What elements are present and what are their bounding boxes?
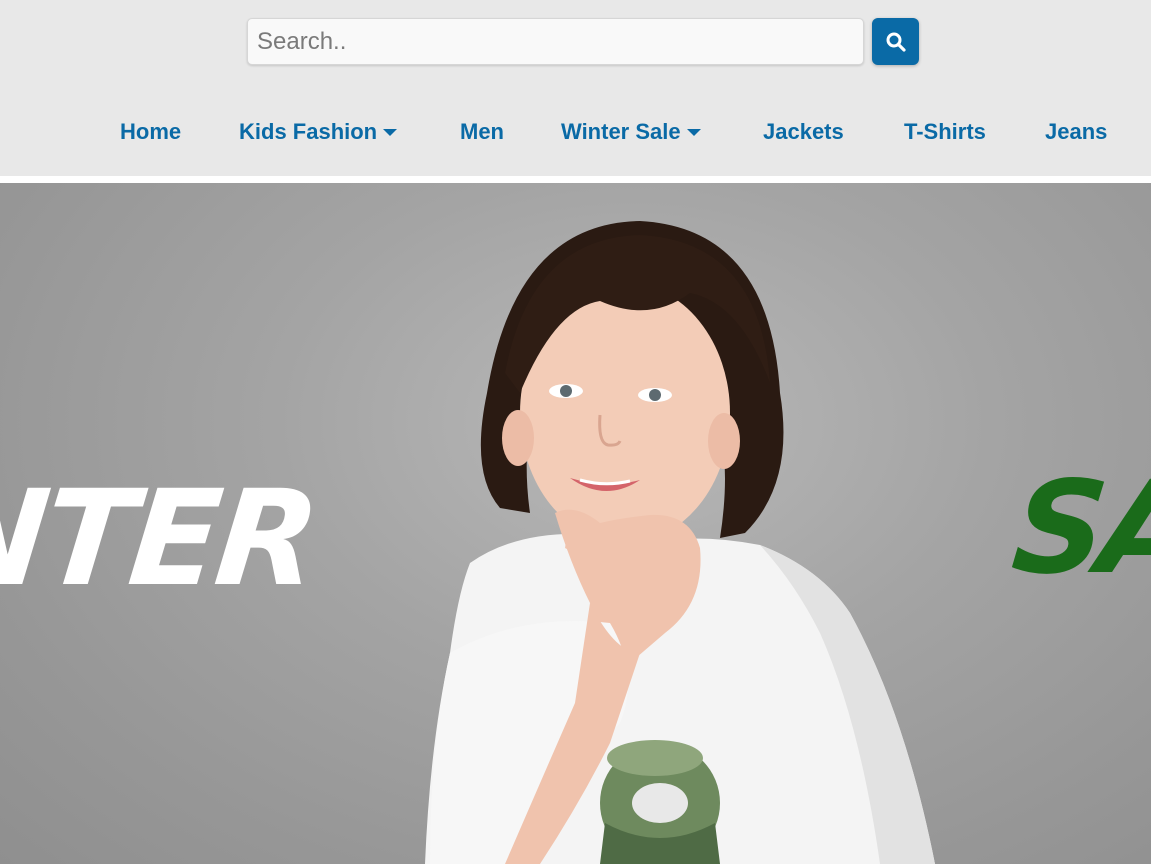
search-button[interactable] (872, 18, 919, 65)
hero-title-right: SA (1006, 454, 1151, 603)
nav-item-label: Home (120, 119, 182, 144)
nav-item-winter-sale[interactable]: Winter Sale (561, 110, 701, 154)
nav-item-t-shirts[interactable]: T-Shirts (904, 110, 986, 154)
hero-banner[interactable]: NTER SA (0, 183, 1151, 864)
nav-item-men[interactable]: Men (460, 110, 504, 154)
nav-item-jackets[interactable]: Jackets (763, 110, 844, 154)
search-icon (886, 32, 906, 52)
nav-item-label: Jeans (1045, 119, 1108, 144)
nav-item-kids-fashion[interactable]: Kids Fashion (239, 110, 398, 154)
main-nav: Home Kids Fashion Men Winter Sale Jacket… (0, 110, 1151, 154)
site-header: Home Kids Fashion Men Winter Sale Jacket… (0, 0, 1151, 176)
nav-item-label: T-Shirts (904, 119, 986, 144)
caret-down-icon (383, 128, 398, 137)
nav-item-label: Kids Fashion (239, 119, 378, 144)
hero-title-left: NTER (0, 462, 323, 616)
caret-down-icon (686, 128, 701, 137)
nav-item-home[interactable]: Home (120, 110, 181, 154)
nav-item-label: Jackets (763, 119, 844, 144)
search-input[interactable] (247, 18, 864, 65)
nav-item-label: Winter Sale (561, 119, 681, 144)
header-divider (0, 176, 1151, 183)
nav-item-jeans[interactable]: Jeans (1045, 110, 1107, 154)
nav-item-label: Men (460, 119, 504, 144)
